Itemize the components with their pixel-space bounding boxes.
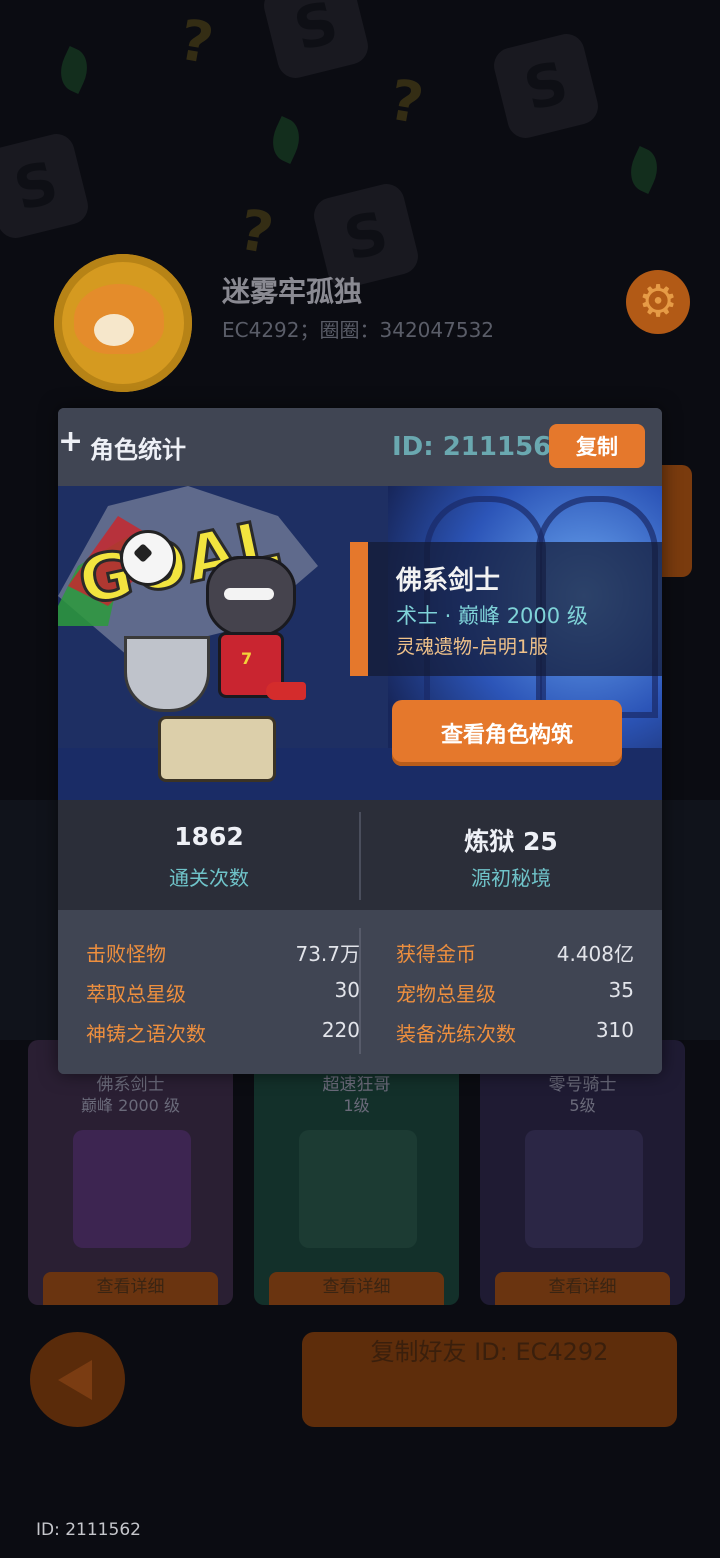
card-portrait — [73, 1130, 191, 1248]
character-card[interactable]: 超速狂哥 1级 查看详细 — [254, 1040, 459, 1305]
character-art: GOAL 7 — [58, 486, 378, 800]
character-class-level: 术士 · 巅峰 2000 级 — [396, 604, 588, 628]
stat-row: 神铸之语次数 220 — [86, 1018, 360, 1048]
stat-row: 宠物总星级 35 — [396, 978, 634, 1008]
stat-label: 装备洗练次数 — [396, 1022, 516, 1046]
stat-row: 获得金币 4.408亿 — [396, 938, 634, 968]
stat-dungeon: 炼狱 25 源初秘境 — [360, 800, 662, 910]
card-portrait — [525, 1130, 643, 1248]
character-info: 佛系剑士 术士 · 巅峰 2000 级 灵魂遗物-启明1服 — [350, 542, 662, 676]
stat-label: 通关次数 — [169, 866, 249, 890]
pedestal — [158, 716, 276, 782]
player-id: ID: 2111562 — [392, 432, 570, 462]
stat-value: 310 — [595, 1018, 634, 1042]
boot — [266, 682, 306, 700]
stat-label: 萃取总星级 — [86, 982, 186, 1006]
stat-label: 神铸之语次数 — [86, 1022, 206, 1046]
character-card[interactable]: 零号骑士 5级 查看详细 — [480, 1040, 685, 1305]
card-portrait — [299, 1130, 417, 1248]
card-level: 1级 — [343, 1096, 370, 1115]
stat-row: 萃取总星级 30 — [86, 978, 360, 1008]
back-arrow-icon[interactable] — [30, 1332, 125, 1427]
profile-name: 迷雾牢孤独 — [222, 275, 363, 308]
character-banner: GOAL 7 佛系剑士 术士 · 巅峰 2000 级 灵魂遗物-启明1服 查看角… — [58, 486, 662, 800]
jersey-number: 7 — [241, 649, 253, 668]
character-cards: 佛系剑士 巅峰 2000 级 查看详细 超速狂哥 1级 查看详细 零号骑士 5级… — [28, 1040, 692, 1305]
soccer-ball-icon — [120, 530, 176, 586]
character-stats-modal: + 角色统计 ID: 2111562 复制 GOAL 7 佛系剑士 术士 · 巅… — [58, 408, 662, 1074]
gear-icon[interactable] — [626, 270, 690, 334]
view-detail-button[interactable]: 查看详细 — [269, 1272, 444, 1305]
card-level: 巅峰 2000 级 — [81, 1096, 180, 1115]
divider — [359, 928, 361, 1054]
view-detail-button[interactable]: 查看详细 — [43, 1272, 218, 1305]
detail-stats: 击败怪物 73.7万 萃取总星级 30 神铸之语次数 220 获得金币 4.40… — [58, 910, 662, 1074]
stat-value: 73.7万 — [295, 942, 360, 966]
character-server: 灵魂遗物-启明1服 — [396, 636, 548, 658]
character-card[interactable]: 佛系剑士 巅峰 2000 级 查看详细 — [28, 1040, 233, 1305]
stat-value: 220 — [321, 1018, 360, 1042]
stat-clears: 1862 通关次数 — [58, 800, 360, 910]
stat-value: 30 — [334, 978, 360, 1002]
bottom-id-label: ID: 2111562 — [36, 1520, 141, 1540]
stat-value: 4.408亿 — [556, 942, 634, 966]
view-detail-button[interactable]: 查看详细 — [495, 1272, 670, 1305]
stat-value: 35 — [608, 978, 634, 1002]
modal-title: + 角色统计 — [58, 427, 186, 465]
stat-value: 1862 — [174, 822, 244, 851]
profile-subtitle: EC4292；圈圈：342047532 — [222, 318, 495, 342]
stat-label: 击败怪物 — [86, 942, 166, 966]
character-name: 佛系剑士 — [396, 566, 501, 596]
modal-header: + 角色统计 ID: 2111562 复制 — [58, 408, 662, 486]
stat-row: 击败怪物 73.7万 — [86, 938, 360, 968]
modal-title-text: 角色统计 — [90, 436, 186, 464]
copy-friend-id-button[interactable]: 复制好友 ID: EC4292 — [302, 1332, 677, 1427]
card-level: 5级 — [569, 1096, 596, 1115]
view-build-button[interactable]: 查看角色构筑 — [392, 700, 622, 766]
avatar[interactable] — [54, 254, 192, 392]
accent-bar — [350, 542, 368, 676]
copy-id-button[interactable]: 复制 — [549, 424, 645, 468]
side-tab[interactable] — [662, 465, 692, 577]
stat-label: 源初秘境 — [471, 866, 551, 890]
plus-icon: + — [58, 424, 84, 459]
stat-value: 炼狱 25 — [464, 827, 558, 856]
summary-stats: 1862 通关次数 炼狱 25 源初秘境 — [58, 800, 662, 910]
stat-label: 获得金币 — [396, 942, 476, 966]
stat-label: 宠物总星级 — [396, 982, 496, 1006]
stat-row: 装备洗练次数 310 — [396, 1018, 634, 1048]
